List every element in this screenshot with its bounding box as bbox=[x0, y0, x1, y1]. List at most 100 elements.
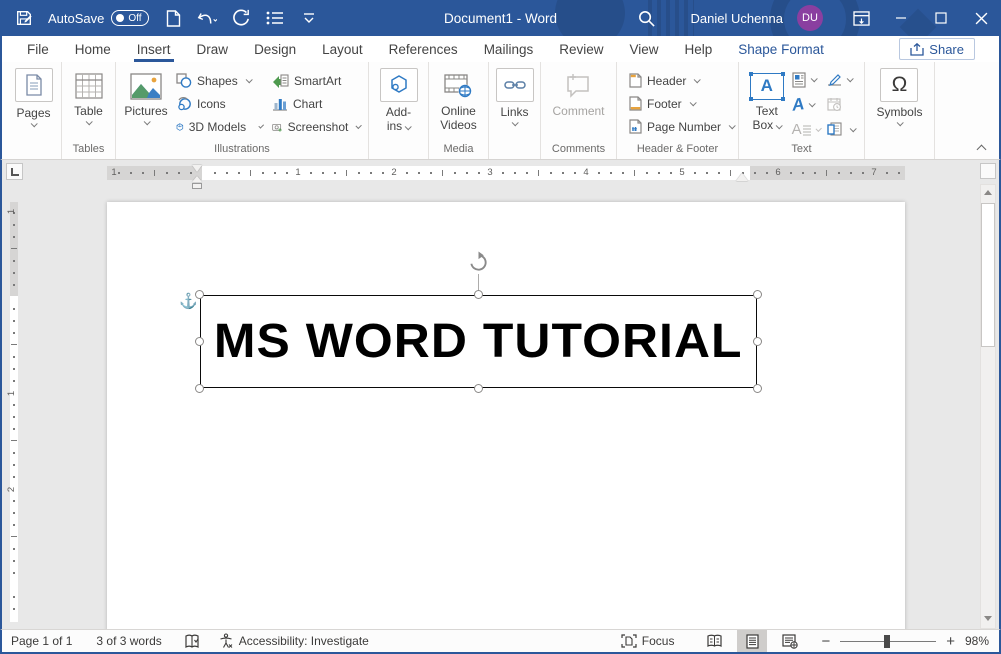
minimize-button[interactable] bbox=[881, 0, 921, 36]
group-comments: Comment Comments bbox=[541, 62, 617, 159]
resize-handle-middle-right[interactable] bbox=[753, 337, 762, 346]
quick-parts-button[interactable] bbox=[790, 67, 820, 92]
addins-button[interactable]: Add- ins bbox=[380, 65, 418, 133]
bullet-list-icon[interactable] bbox=[265, 8, 285, 28]
footer-button[interactable]: Footer bbox=[624, 92, 700, 115]
tab-view[interactable]: View bbox=[616, 36, 671, 62]
links-button[interactable]: Links bbox=[496, 65, 534, 126]
collapse-ribbon-icon[interactable] bbox=[977, 145, 987, 155]
scrollbar-top-button[interactable] bbox=[980, 163, 996, 179]
left-indent-marker[interactable] bbox=[192, 183, 202, 189]
avatar[interactable]: DU bbox=[797, 5, 823, 31]
tab-mailings[interactable]: Mailings bbox=[471, 36, 547, 62]
search-icon[interactable] bbox=[636, 8, 656, 28]
tab-home[interactable]: Home bbox=[62, 36, 124, 62]
shapes-icon bbox=[176, 73, 192, 88]
first-line-indent-marker[interactable] bbox=[192, 165, 202, 172]
page-indicator[interactable]: Page 1 of 1 bbox=[2, 630, 81, 652]
group-label-pages bbox=[7, 142, 60, 159]
tab-review[interactable]: Review bbox=[546, 36, 616, 62]
tab-file[interactable]: File bbox=[14, 36, 62, 62]
autosave-toggle[interactable]: AutoSave Off bbox=[48, 10, 149, 26]
share-button[interactable]: Share bbox=[899, 38, 975, 60]
comment-label: Comment bbox=[552, 104, 604, 118]
group-label-addins bbox=[370, 142, 427, 159]
scrollbar-thumb[interactable] bbox=[981, 203, 995, 347]
ruler-number: 7 bbox=[871, 167, 876, 178]
text-box-content[interactable]: MS WORD TUTORIAL bbox=[214, 314, 743, 369]
chart-button[interactable]: Chart bbox=[267, 92, 365, 115]
tab-design[interactable]: Design bbox=[241, 36, 309, 62]
scroll-down-icon[interactable] bbox=[984, 616, 992, 621]
header-button[interactable]: Header bbox=[624, 69, 704, 92]
zoom-in-button[interactable]: + bbox=[942, 633, 959, 650]
tab-insert[interactable]: Insert bbox=[124, 36, 184, 62]
group-header-footer: Header Footer Page Number Header & Foote… bbox=[617, 62, 739, 159]
tab-references[interactable]: References bbox=[376, 36, 471, 62]
rotate-handle[interactable] bbox=[467, 251, 490, 274]
zoom-level[interactable]: 98% bbox=[959, 634, 993, 648]
online-videos-button[interactable]: Online Videos bbox=[440, 65, 476, 132]
ruler-number: 1 bbox=[6, 209, 17, 214]
symbols-button[interactable]: Ω Symbols bbox=[876, 65, 922, 126]
redo-button[interactable] bbox=[231, 8, 251, 28]
wordart-button[interactable]: A bbox=[790, 92, 820, 117]
object-button[interactable] bbox=[825, 117, 855, 142]
print-layout-button[interactable] bbox=[737, 630, 767, 653]
ribbon-display-options-icon[interactable] bbox=[841, 0, 881, 36]
group-label-text: Text bbox=[740, 142, 863, 159]
quick-access-more-icon[interactable] bbox=[299, 8, 319, 28]
close-button[interactable] bbox=[961, 0, 1001, 36]
table-button[interactable]: Table bbox=[74, 65, 103, 125]
word-window: AutoSave Off Document1 - Wor bbox=[0, 0, 1001, 654]
document-page[interactable]: ⚓ MS WORD TUTORIAL bbox=[107, 202, 905, 629]
pictures-button[interactable]: Pictures bbox=[121, 65, 171, 125]
text-box-button[interactable]: A Text Box bbox=[744, 65, 790, 132]
horizontal-ruler[interactable]: 1 1 2 3 4 5 6 7 bbox=[107, 166, 905, 180]
new-document-icon[interactable] bbox=[163, 8, 183, 28]
resize-handle-top-left[interactable] bbox=[195, 290, 204, 299]
tab-draw[interactable]: Draw bbox=[184, 36, 242, 62]
tab-selector-button[interactable] bbox=[6, 163, 23, 180]
undo-button[interactable] bbox=[197, 8, 217, 28]
vertical-ruler[interactable]: 1 1 2 bbox=[10, 202, 18, 622]
3d-models-button[interactable]: 3D Models bbox=[171, 115, 267, 138]
maximize-button[interactable] bbox=[921, 0, 961, 36]
icons-button[interactable]: Icons bbox=[171, 92, 267, 115]
tab-help[interactable]: Help bbox=[672, 36, 726, 62]
proofing-errors-button[interactable] bbox=[175, 630, 209, 652]
group-illustrations: Pictures Shapes Icons 3D Mod bbox=[116, 62, 369, 159]
hanging-indent-marker[interactable] bbox=[192, 176, 202, 182]
resize-handle-bottom-left[interactable] bbox=[195, 384, 204, 393]
vertical-scrollbar[interactable] bbox=[980, 163, 997, 629]
accessibility-checker[interactable]: Accessibility: Investigate bbox=[209, 630, 378, 652]
zoom-slider-thumb[interactable] bbox=[884, 635, 890, 648]
resize-handle-top-right[interactable] bbox=[753, 290, 762, 299]
smartart-button[interactable]: SmartArt bbox=[267, 69, 365, 92]
shapes-button[interactable]: Shapes bbox=[171, 69, 267, 92]
tab-layout[interactable]: Layout bbox=[309, 36, 376, 62]
zoom-slider[interactable] bbox=[840, 630, 936, 653]
selected-text-box[interactable]: MS WORD TUTORIAL bbox=[200, 295, 757, 388]
web-layout-button[interactable] bbox=[775, 630, 805, 653]
resize-handle-middle-left[interactable] bbox=[195, 337, 204, 346]
ruler-number: 1 bbox=[295, 167, 300, 178]
resize-handle-bottom-right[interactable] bbox=[753, 384, 762, 393]
autosave-switch[interactable]: Off bbox=[111, 10, 149, 26]
page-number-button[interactable]: Page Number bbox=[624, 115, 739, 138]
user-name[interactable]: Daniel Uchenna bbox=[690, 11, 783, 26]
resize-handle-top-middle[interactable] bbox=[474, 290, 483, 299]
zoom-out-button[interactable]: − bbox=[817, 633, 834, 650]
footer-label: Footer bbox=[647, 97, 682, 111]
right-indent-marker[interactable] bbox=[736, 173, 748, 181]
tab-shape-format[interactable]: Shape Format bbox=[725, 36, 837, 62]
scroll-up-icon[interactable] bbox=[984, 190, 992, 195]
resize-handle-bottom-middle[interactable] bbox=[474, 384, 483, 393]
pages-button[interactable]: Pages bbox=[15, 65, 53, 127]
signature-line-button[interactable] bbox=[825, 67, 855, 92]
save-icon[interactable] bbox=[14, 8, 34, 28]
read-mode-button[interactable] bbox=[699, 630, 729, 653]
screenshot-button[interactable]: Screenshot bbox=[267, 115, 365, 138]
focus-mode-button[interactable]: Focus bbox=[612, 630, 684, 652]
word-count[interactable]: 3 of 3 words bbox=[87, 630, 170, 652]
